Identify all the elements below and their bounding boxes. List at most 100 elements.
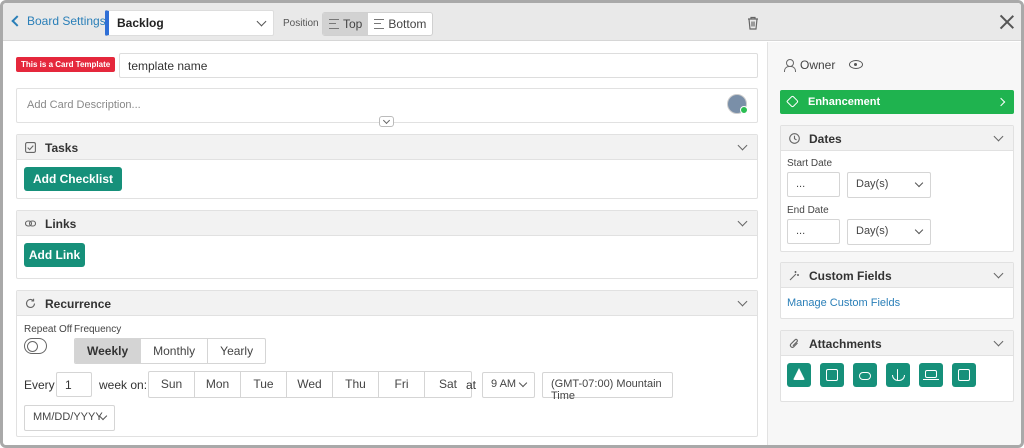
frequency-monthly-button[interactable]: Monthly — [141, 339, 209, 363]
google-drive-button[interactable] — [787, 363, 811, 387]
paperclip-icon — [789, 338, 798, 348]
tasks-header[interactable]: Tasks — [17, 135, 757, 160]
day-fri-button[interactable]: Fri — [379, 372, 425, 397]
start-date-input[interactable]: ... — [787, 172, 840, 197]
timezone-select[interactable]: (GMT-07:00) Mountain Time — [542, 372, 673, 402]
expand-description-button[interactable] — [379, 116, 394, 127]
board-settings-label: Board Settings — [27, 14, 106, 28]
owner-button[interactable]: Owner — [784, 58, 835, 72]
start-date-label: Start Date — [787, 158, 833, 169]
day-thu-button[interactable]: Thu — [333, 372, 379, 397]
tag-icon — [786, 95, 799, 108]
attachments-header[interactable]: Attachments — [781, 331, 1013, 356]
clock-icon — [789, 133, 800, 144]
date-format-select[interactable]: MM/DD/YYYY — [24, 405, 115, 431]
chevron-down-icon — [256, 16, 267, 27]
chevron-down-icon[interactable] — [993, 268, 1004, 279]
links-section: Links — [16, 210, 758, 279]
chevron-down-icon — [914, 178, 924, 188]
label-enhancement-button[interactable]: Enhancement — [780, 90, 1014, 114]
label-enhancement-text: Enhancement — [808, 96, 881, 108]
person-icon — [784, 59, 796, 72]
onedrive-icon — [859, 372, 871, 380]
day-tue-button[interactable]: Tue — [241, 372, 287, 397]
owner-label: Owner — [800, 58, 836, 72]
align-top-icon — [329, 19, 339, 29]
position-top-button[interactable]: Top — [323, 13, 369, 35]
dropbox-button[interactable] — [820, 363, 844, 387]
anchor-icon — [892, 369, 905, 381]
link-icon — [25, 220, 36, 227]
day-sun-button[interactable]: Sun — [149, 372, 195, 397]
computer-upload-button[interactable] — [919, 363, 943, 387]
chevron-down-icon[interactable] — [737, 216, 748, 227]
repeat-toggle[interactable] — [24, 338, 47, 354]
position-toggle: Top Bottom — [322, 12, 434, 36]
add-checklist-button[interactable]: Add Checklist — [24, 167, 122, 191]
weekday-selector: Sun Mon Tue Wed Thu Fri Sat — [148, 371, 472, 398]
custom-fields-header[interactable]: Custom Fields — [781, 263, 1013, 288]
position-label: Position — [283, 18, 319, 29]
dates-title: Dates — [809, 132, 842, 146]
manage-custom-fields-link[interactable]: Manage Custom Fields — [787, 297, 900, 309]
card-editor-window: Board Settings Backlog Position Top Bott… — [0, 0, 1024, 448]
chevron-down-icon[interactable] — [737, 296, 748, 307]
column-select-value: Backlog — [117, 16, 164, 30]
refresh-icon — [25, 298, 36, 308]
attachments-title: Attachments — [809, 337, 882, 351]
add-link-button[interactable]: Add Link — [24, 243, 85, 267]
column-select[interactable]: Backlog — [105, 10, 274, 36]
repeat-label: Repeat Off — [24, 324, 73, 335]
onedrive-button[interactable] — [853, 363, 877, 387]
at-label: at — [466, 378, 477, 392]
position-bottom-label: Bottom — [388, 17, 427, 31]
day-mon-button[interactable]: Mon — [195, 372, 241, 397]
frequency-weekly-button[interactable]: Weekly — [75, 339, 142, 363]
end-date-unit-select[interactable]: Day(s) — [847, 219, 931, 245]
eye-icon[interactable] — [849, 60, 863, 69]
frequency-yearly-button[interactable]: Yearly — [208, 339, 265, 363]
end-date-unit-value: Day(s) — [856, 225, 889, 237]
position-bottom-button[interactable]: Bottom — [368, 13, 432, 35]
every-interval-input[interactable]: 1 — [56, 372, 92, 397]
avatar[interactable] — [727, 94, 748, 114]
position-top-label: Top — [343, 17, 363, 31]
template-name-input[interactable]: template name — [119, 53, 758, 78]
day-wed-button[interactable]: Wed — [287, 372, 333, 397]
card-template-badge: This is a Card Template — [16, 57, 116, 72]
links-title: Links — [45, 217, 77, 231]
attachment-sources — [787, 363, 976, 387]
every-label: Every — [24, 378, 55, 392]
recurrence-title: Recurrence — [45, 297, 112, 311]
chevron-down-icon — [914, 225, 924, 235]
copy-button[interactable] — [952, 363, 976, 387]
day-sat-button[interactable]: Sat — [425, 372, 471, 397]
custom-fields-section: Custom Fields — [780, 262, 1014, 319]
chevron-right-icon — [996, 97, 1006, 107]
recurrence-header[interactable]: Recurrence — [17, 291, 757, 316]
date-format-value: MM/DD/YYYY — [33, 411, 103, 423]
time-select-value: 9 AM — [491, 378, 517, 390]
google-drive-icon — [793, 368, 805, 380]
chevron-down-icon[interactable] — [993, 336, 1004, 347]
dates-header[interactable]: Dates — [781, 126, 1013, 151]
computer-icon — [923, 370, 939, 380]
end-date-label: End Date — [787, 205, 829, 216]
trash-icon[interactable] — [747, 16, 759, 30]
chevron-down-icon[interactable] — [993, 131, 1004, 142]
chevron-down-icon — [518, 378, 528, 388]
links-header[interactable]: Links — [17, 211, 757, 236]
checkbox-icon — [25, 142, 36, 153]
magic-wand-icon — [789, 271, 799, 281]
align-bottom-icon — [374, 19, 385, 29]
time-select[interactable]: 9 AM — [482, 372, 535, 398]
end-date-input[interactable]: ... — [787, 219, 840, 244]
start-date-unit-select[interactable]: Day(s) — [847, 172, 931, 198]
chevron-down-icon[interactable] — [737, 140, 748, 151]
dropbox-icon — [826, 369, 838, 381]
tasks-title: Tasks — [45, 141, 79, 155]
board-settings-link[interactable]: Board Settings — [11, 14, 106, 28]
close-icon[interactable] — [999, 14, 1015, 30]
frequency-label: Frequency — [74, 324, 122, 335]
anchor-button[interactable] — [886, 363, 910, 387]
